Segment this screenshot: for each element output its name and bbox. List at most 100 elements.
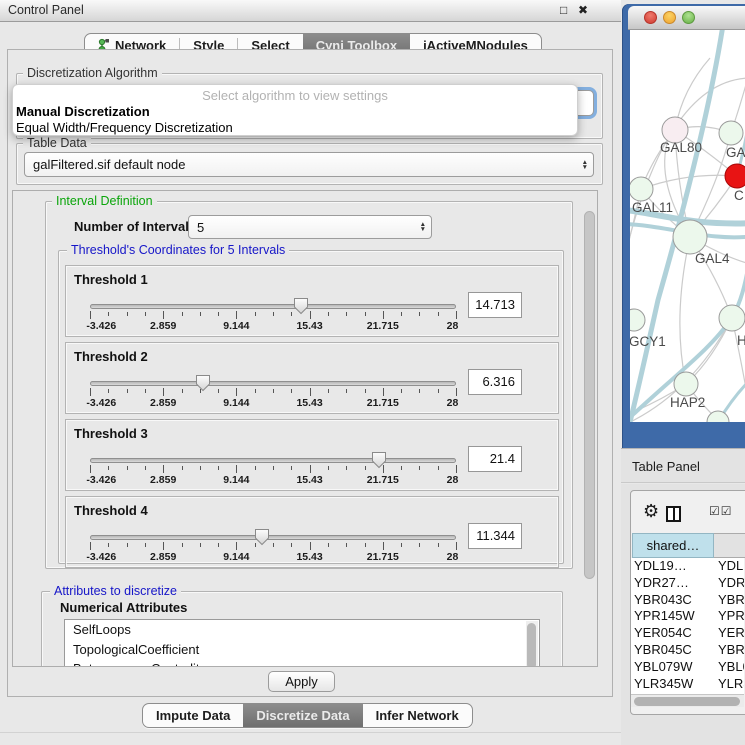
table-panel-header: Table Panel (621, 448, 745, 483)
network-view-window: GAL80GACGAL11GAL4GCY1HHAP2 (622, 4, 745, 448)
zoom-traffic-light-icon[interactable] (682, 11, 695, 24)
float-window-icon[interactable]: □ (560, 3, 567, 17)
split-view-icon[interactable] (666, 506, 681, 522)
threshold-slider[interactable]: -3.4262.8599.14415.4321.71528 (90, 452, 456, 490)
tab-discretize-data[interactable]: Discretize Data (243, 704, 362, 727)
network-node[interactable] (630, 177, 653, 201)
slider-tick (310, 465, 311, 473)
table-row[interactable]: YDR27… YDR2 (631, 575, 744, 592)
slider-tick (419, 389, 420, 393)
tab-infer-network[interactable]: Infer Network (363, 704, 472, 727)
slider-thumb[interactable] (195, 374, 211, 392)
list-scrollbar-thumb[interactable] (527, 623, 536, 667)
slider-track[interactable] (90, 304, 456, 309)
tab-impute-data[interactable]: Impute Data (143, 704, 243, 727)
slider-tick (182, 466, 183, 470)
network-node[interactable] (674, 372, 698, 396)
table-data-value: galFiltered.sif default node (33, 153, 185, 176)
slider-tick (328, 312, 329, 316)
table-row[interactable]: YER054CYER0 (631, 625, 744, 642)
slider-tick (182, 543, 183, 547)
slider-tick (127, 543, 128, 547)
slider-tick (419, 466, 420, 470)
column-header-shared[interactable]: shared… (632, 533, 714, 558)
slider-tick-label: 2.859 (150, 551, 176, 563)
slider-tick (419, 543, 420, 547)
slider-tick (383, 311, 384, 319)
slider-tick (346, 312, 347, 316)
content-scrollbar-thumb[interactable] (584, 211, 595, 579)
table-row[interactable]: YDL19…YDL1 (631, 558, 744, 575)
attribute-item[interactable]: SelfLoops (65, 620, 539, 640)
attribute-item[interactable]: TopologicalCoefficient (65, 640, 539, 660)
table-data-combobox[interactable]: galFiltered.sif default node ▲▼ (24, 152, 594, 177)
node-label: GAL4 (695, 251, 730, 266)
algorithm-option-2[interactable]: Equal Width/Frequency Discretization (16, 120, 574, 136)
slider-tick (200, 312, 201, 316)
slider-tick (90, 465, 91, 473)
slider-tick (291, 466, 292, 470)
close-window-icon[interactable]: ✖ (578, 3, 588, 17)
slider-tick-label: 15.43 (296, 397, 322, 409)
table-hscrollbar-thumb[interactable] (634, 697, 740, 706)
table-row[interactable]: YBR043CYBR0 (631, 592, 744, 609)
slider-track[interactable] (90, 458, 456, 463)
slider-tick (328, 389, 329, 393)
threshold-slider[interactable]: -3.4262.8599.14415.4321.71528 (90, 375, 456, 413)
cell-name: YDL1 (718, 558, 744, 575)
threshold-value-field[interactable]: 11.344 (468, 523, 522, 549)
slider-tick (401, 543, 402, 547)
list-scrollbar[interactable] (526, 621, 538, 667)
cell-shared-name: YBR043C (634, 592, 692, 609)
slider-tick (236, 311, 237, 319)
checkbox-icons[interactable]: ☑☑ (709, 504, 733, 518)
slider-tick (127, 389, 128, 393)
close-traffic-light-icon[interactable] (644, 11, 657, 24)
slider-tick (163, 388, 164, 396)
table-hscrollbar[interactable] (631, 694, 744, 707)
network-node[interactable] (725, 164, 745, 188)
attributes-group-title: Attributes to discretize (50, 584, 181, 598)
slider-tick (127, 466, 128, 470)
threshold-value-field[interactable]: 6.316 (468, 369, 522, 395)
table-row[interactable]: YLR345WYLR3 (631, 676, 744, 693)
slider-tick (401, 312, 402, 316)
slider-thumb[interactable] (293, 297, 309, 315)
threshold-slider[interactable]: -3.4262.8599.14415.4321.71528 (90, 298, 456, 336)
threshold-label: Threshold 3 (74, 426, 148, 441)
cell-name: YDR2 (718, 575, 744, 592)
slider-thumb[interactable] (254, 528, 270, 546)
network-canvas[interactable]: GAL80GACGAL11GAL4GCY1HHAP2 (630, 30, 745, 422)
attribute-item[interactable]: BetweennessCentrality (65, 659, 539, 667)
thresholds-group-title: Threshold's Coordinates for 5 Intervals (67, 243, 289, 257)
discretization-algorithm-title: Discretization Algorithm (23, 66, 162, 80)
slider-track[interactable] (90, 381, 456, 386)
network-node[interactable] (673, 220, 707, 254)
apply-button[interactable]: Apply (268, 671, 335, 692)
control-panel-titlebar: Control Panel □ ✖ (0, 0, 621, 22)
slider-track[interactable] (90, 535, 456, 540)
column-header-name[interactable]: na (714, 533, 745, 558)
numerical-attributes-list[interactable]: SelfLoopsTopologicalCoefficientBetweenne… (64, 619, 540, 667)
algorithm-option-1[interactable]: Manual Discretization (16, 104, 574, 120)
slider-tick (163, 311, 164, 319)
gear-icon[interactable]: ⚙ (643, 501, 659, 521)
table-row[interactable]: YBL079WYBL0 (631, 659, 744, 676)
slider-thumb[interactable] (371, 451, 387, 469)
network-node[interactable] (630, 309, 645, 331)
threshold-value-field[interactable]: 14.713 (468, 292, 522, 318)
network-node[interactable] (719, 305, 745, 331)
threshold-value-field[interactable]: 21.4 (468, 446, 522, 472)
slider-tick (145, 466, 146, 470)
slider-tick (255, 312, 256, 316)
network-node[interactable] (719, 121, 743, 145)
number-of-intervals-combobox[interactable]: 5 ▲▼ (188, 215, 432, 239)
table-row[interactable]: YBR045CYBR0 (631, 642, 744, 659)
minimize-traffic-light-icon[interactable] (663, 11, 676, 24)
threshold-slider[interactable]: -3.4262.8599.14415.4321.71528 (90, 529, 456, 567)
slider-tick (90, 311, 91, 319)
cell-shared-name: YDR27… (634, 575, 689, 592)
table-row[interactable]: YPR145WYPR1 (631, 608, 744, 625)
combo-arrows-icon: ▲▼ (420, 222, 426, 232)
slider-tick-label: 28 (447, 320, 459, 332)
